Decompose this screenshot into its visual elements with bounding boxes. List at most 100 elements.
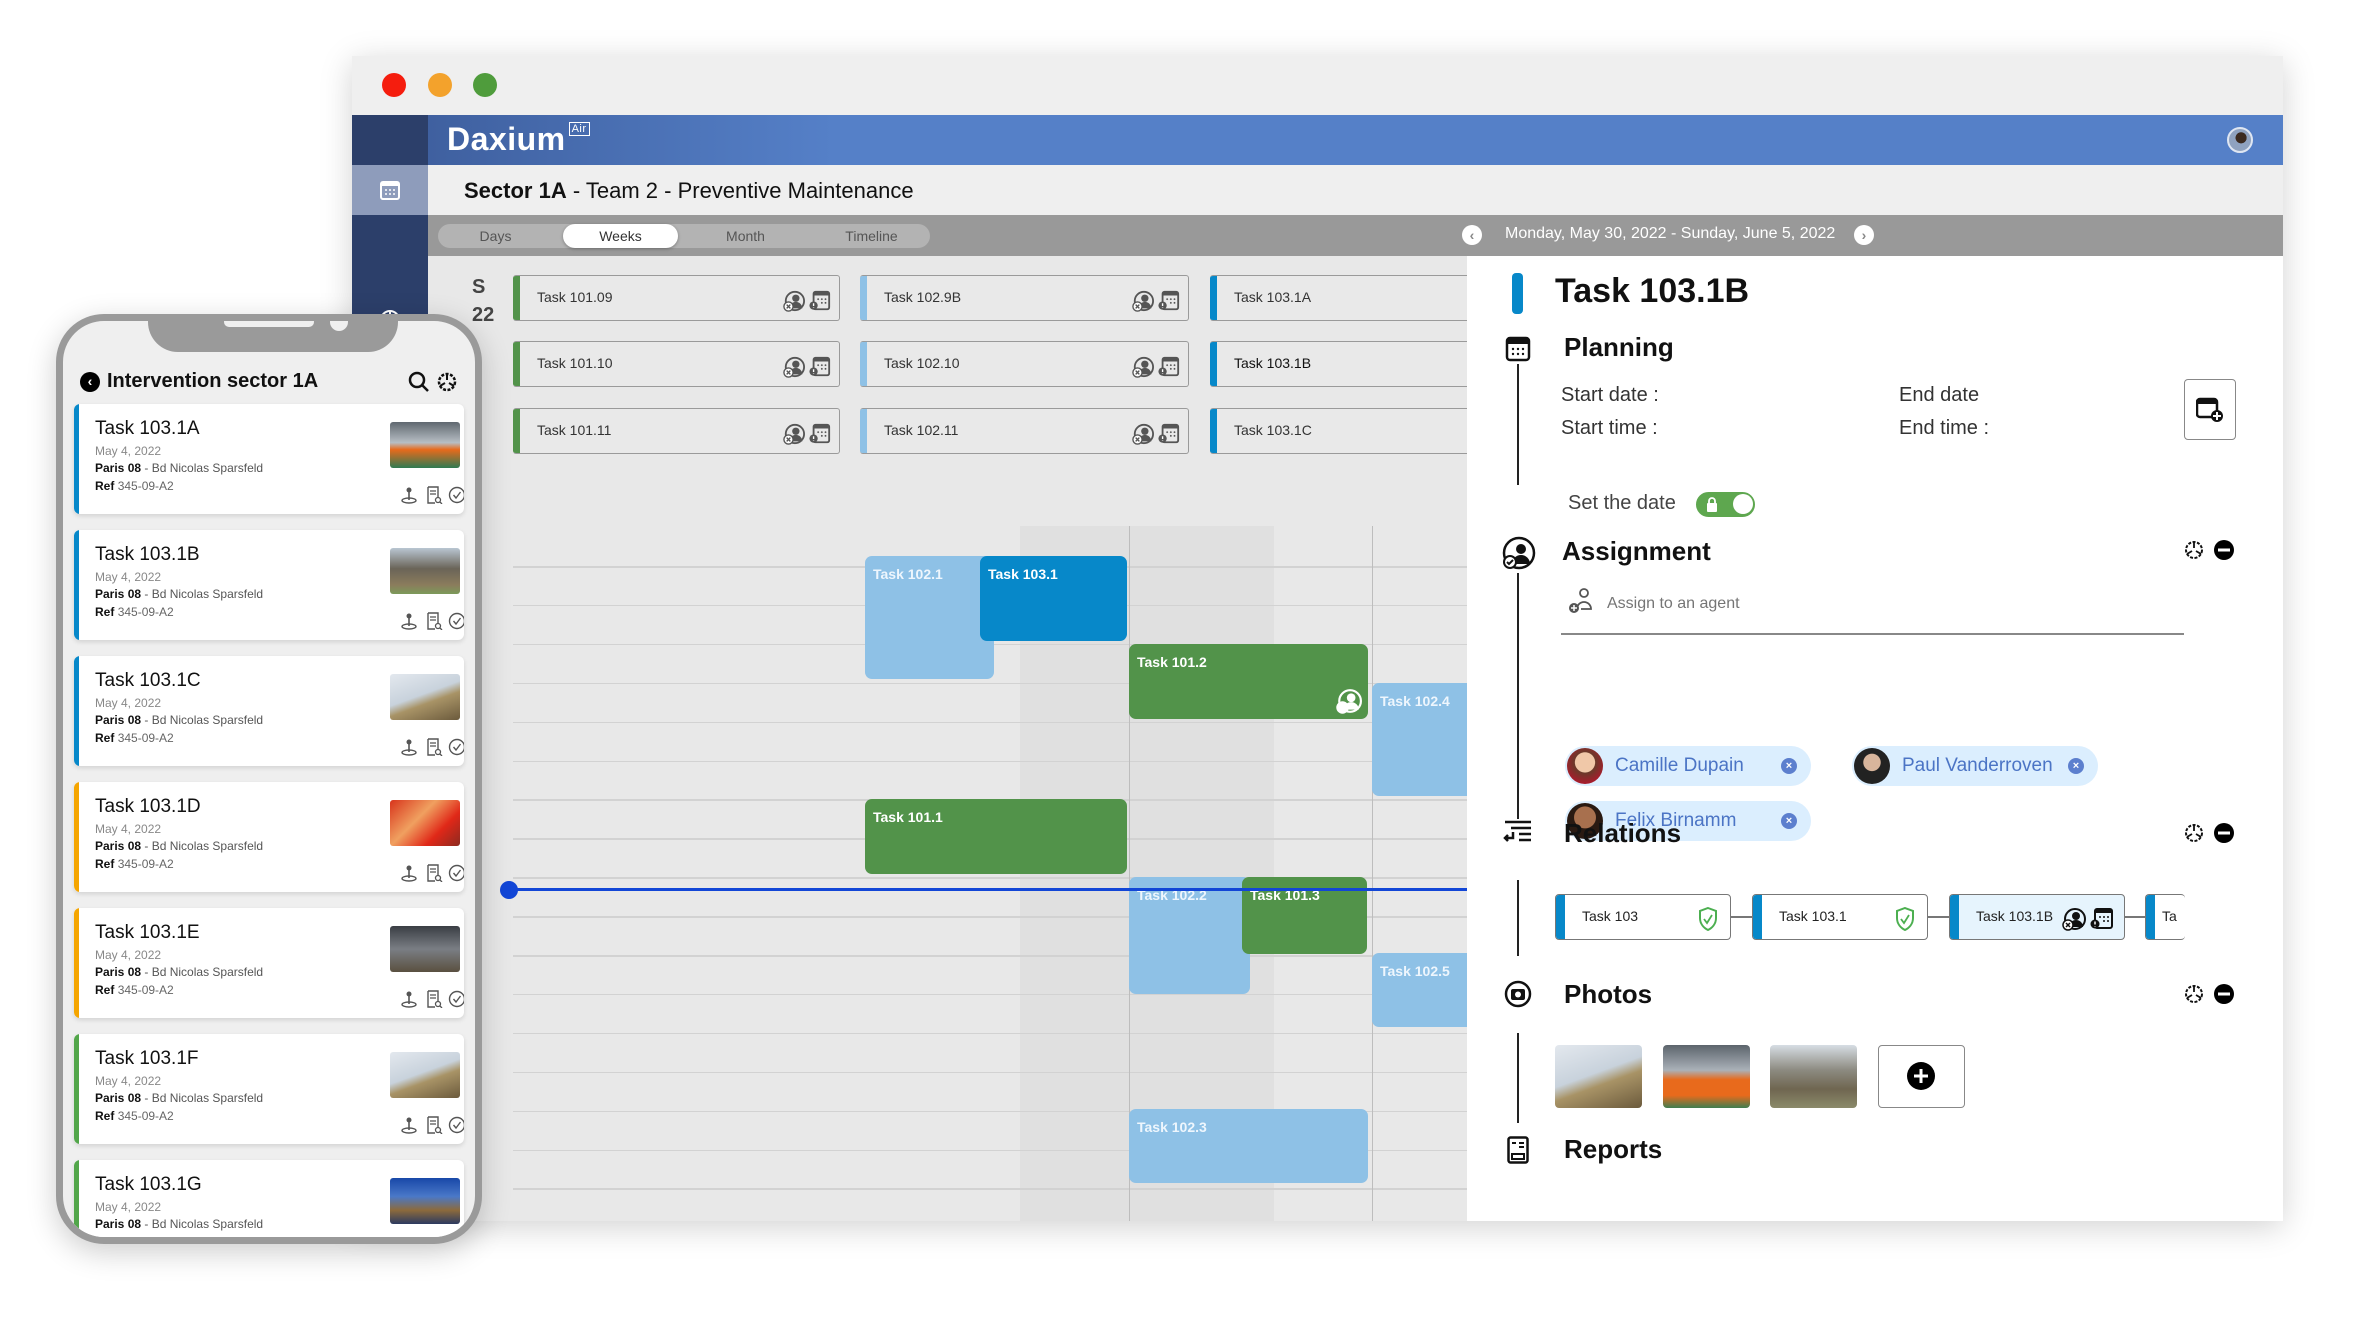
unscheduled-task-card[interactable]: Task 101.09 (513, 275, 840, 321)
tab-timeline[interactable]: Timeline (813, 224, 930, 248)
report-search-icon[interactable] (425, 738, 443, 757)
report-search-icon[interactable] (425, 990, 443, 1009)
agent-name: Paul Vanderroven (1902, 755, 2053, 776)
settings-icon[interactable] (2183, 822, 2205, 844)
agent-chip[interactable]: Paul Vanderroven × (1852, 746, 2098, 786)
task-list-item[interactable]: Task 103.1F May 4, 2022 Paris 08 - Bd Nico… (74, 1034, 464, 1144)
next-week-button[interactable]: › (1854, 225, 1874, 245)
location-pin-icon[interactable] (400, 990, 418, 1008)
task-thumbnail (390, 422, 460, 468)
agent-chip[interactable]: Camille Dupain × (1565, 746, 1811, 786)
report-search-icon[interactable] (425, 612, 443, 631)
unscheduled-task-card[interactable]: Task 102.11 (860, 408, 1189, 454)
task-color-bar (860, 276, 867, 320)
day-divider (1372, 526, 1373, 1221)
task-list-item[interactable]: Task 103.1A May 4, 2022 Paris 08 - Bd Nico… (74, 404, 464, 514)
task-list-item[interactable]: Task 103.1D May 4, 2022 Paris 08 - Bd Nico… (74, 782, 464, 892)
calendar-event[interactable]: Task 103.1 (980, 556, 1127, 641)
task-color-bar (1753, 895, 1762, 939)
relation-label: Ta (2162, 908, 2177, 924)
relation-task[interactable]: Task 103.1B (1949, 894, 2125, 940)
calendar-event[interactable]: Task 102.3 (1129, 1109, 1368, 1183)
remove-agent-button[interactable]: × (1781, 813, 1797, 829)
check-circle-icon[interactable] (448, 486, 464, 504)
collapse-icon[interactable] (2213, 822, 2235, 844)
photo-thumbnail[interactable] (1555, 1045, 1642, 1108)
task-title: Task 103.1G (95, 1174, 202, 1195)
calendar-alert-icon (1158, 352, 1180, 377)
photo-thumbnail[interactable] (1663, 1045, 1750, 1108)
task-list-item[interactable]: Task 103.1C May 4, 2022 Paris 08 - Bd Nico… (74, 656, 464, 766)
collapse-icon[interactable] (2213, 539, 2235, 561)
calendar-event[interactable]: Task 101.2 (1129, 644, 1368, 719)
collapse-icon[interactable] (2213, 983, 2235, 1005)
location-pin-icon[interactable] (400, 1116, 418, 1134)
photo-thumbnail[interactable] (1770, 1045, 1857, 1108)
page-toolbar: Sector 1A - Team 2 - Preventive Maintena… (428, 165, 2283, 215)
current-time-handle[interactable] (500, 881, 518, 899)
task-list-item[interactable]: Task 103.1E May 4, 2022 Paris 08 - Bd Nico… (74, 908, 464, 1018)
relation-task[interactable]: Task 103 (1555, 894, 1731, 940)
add-photo-button[interactable] (1878, 1045, 1965, 1108)
unscheduled-task-card[interactable]: Task 102.10 (860, 341, 1189, 387)
unscheduled-task-card[interactable]: Task 101.10 (513, 341, 840, 387)
relation-task[interactable]: Task 103.1 (1752, 894, 1928, 940)
assigned-icon (2062, 905, 2086, 931)
event-label: Task 102.4 (1380, 693, 1450, 709)
report-search-icon[interactable] (425, 486, 443, 505)
remove-agent-button[interactable]: × (2068, 758, 2084, 774)
report-search-icon[interactable] (425, 1116, 443, 1135)
check-circle-icon[interactable] (448, 990, 464, 1008)
task-thumbnail (390, 926, 460, 972)
settings-icon[interactable] (436, 371, 458, 393)
task-title: Task 103.1E (95, 922, 200, 943)
search-icon[interactable] (408, 371, 430, 393)
location-pin-icon[interactable] (400, 612, 418, 630)
task-list-item[interactable]: Task 103.1G May 4, 2022 Paris 08 - Bd Nico… (74, 1160, 464, 1237)
unscheduled-task-card[interactable]: Task 103.1A (1210, 275, 1510, 321)
assign-agent-input[interactable] (1607, 590, 2187, 618)
remove-agent-button[interactable]: × (1781, 758, 1797, 774)
task-date: May 4, 2022 (95, 948, 162, 962)
unassigned-icon (1132, 419, 1154, 445)
unscheduled-task-card[interactable]: Task 102.9B (860, 275, 1189, 321)
report-search-icon[interactable] (425, 864, 443, 883)
settings-icon[interactable] (2183, 539, 2205, 561)
unscheduled-task-card[interactable]: Task 103.1C (1210, 408, 1510, 454)
check-circle-icon[interactable] (448, 1116, 464, 1134)
nav-item-calendar[interactable] (352, 165, 428, 215)
check-circle-icon[interactable] (448, 738, 464, 756)
check-circle-icon[interactable] (448, 612, 464, 630)
tab-month[interactable]: Month (683, 224, 808, 248)
calendar-event[interactable]: Task 101.1 (865, 799, 1127, 874)
task-list-item[interactable]: Task 103.1B May 4, 2022 Paris 08 - Bd Nico… (74, 530, 464, 640)
task-address: Paris 08 - Bd Nicolas Sparsfeld (95, 965, 263, 979)
calendar-event[interactable]: Task 102.2 (1129, 877, 1250, 994)
location-pin-icon[interactable] (400, 486, 418, 504)
task-color-bar (74, 404, 79, 514)
maximize-window-button[interactable] (473, 73, 497, 97)
ref-value: 345-09-A2 (117, 983, 174, 997)
unassigned-icon (783, 419, 805, 445)
add-to-calendar-button[interactable] (2184, 379, 2236, 440)
check-circle-icon[interactable] (448, 864, 464, 882)
minimize-window-button[interactable] (428, 73, 452, 97)
back-button[interactable]: ‹ (80, 372, 100, 392)
user-avatar[interactable] (2227, 127, 2253, 153)
relation-task[interactable]: Ta (2145, 894, 2185, 940)
settings-icon[interactable] (2183, 983, 2205, 1005)
task-thumbnail (390, 674, 460, 720)
location-pin-icon[interactable] (400, 864, 418, 882)
planning-heading: Planning (1564, 332, 1674, 362)
unscheduled-task-card[interactable]: Task 103.1B (1210, 341, 1510, 387)
previous-week-button[interactable]: ‹ (1462, 225, 1482, 245)
set-date-toggle[interactable] (1696, 492, 1755, 517)
tab-days[interactable]: Days (438, 224, 553, 248)
location-pin-icon[interactable] (400, 738, 418, 756)
mobile-app: ‹ Intervention sector 1A Task 103.1A May … (56, 314, 482, 1244)
task-title: Task 103.1F (95, 1048, 199, 1069)
unscheduled-task-card[interactable]: Task 101.11 (513, 408, 840, 454)
close-window-button[interactable] (382, 73, 406, 97)
tab-weeks[interactable]: Weeks (563, 224, 678, 248)
calendar-event[interactable]: Task 102.1 (865, 556, 994, 679)
